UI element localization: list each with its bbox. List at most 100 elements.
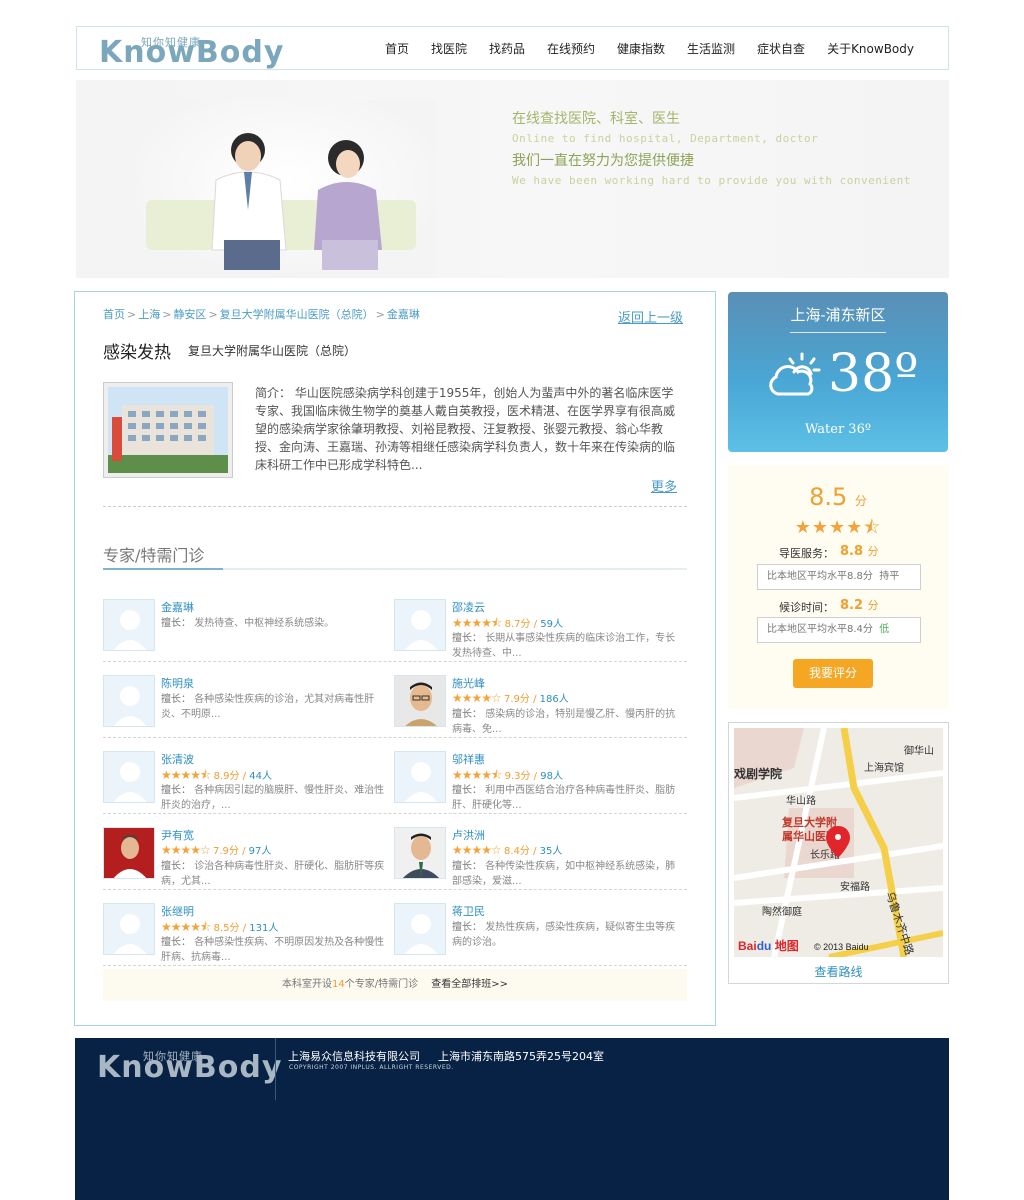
weather-water-temp: Water 36º [805, 422, 871, 437]
service-score-unit: 分 [867, 545, 879, 558]
site-header: KnowBody 知你知健康 首页 找医院 找药品 在线预约 健康指数 生活监测 症状自查 关… [76, 26, 949, 70]
doctor-name[interactable]: 张继明 [161, 903, 194, 919]
doctor-name[interactable]: 金嘉琳 [161, 599, 194, 615]
specialty-text: 各种病因引起的脑膜肝、慢性肝炎、难治性肝炎的治疗，... [161, 785, 385, 811]
doctor-name[interactable]: 陈明泉 [161, 675, 194, 691]
doctor-photo[interactable] [394, 751, 446, 803]
doctor-photo[interactable] [103, 675, 155, 727]
doctor-photo[interactable] [103, 827, 155, 879]
doctor-card[interactable]: 张清波 ★★★★⯪ 8.9分 / 44人 擅长： 各种病因引起的脑膜肝、慢性肝炎、难… [103, 751, 393, 815]
doctor-name[interactable]: 邵凌云 [452, 599, 485, 615]
breadcrumb-item-2[interactable]: 静安区 [173, 308, 206, 321]
specialty-label: 擅长： [452, 861, 482, 872]
view-route-link[interactable]: 查看路线 [729, 963, 948, 980]
rate-button[interactable]: 我要评分 [793, 659, 873, 688]
doctor-specialty: 擅长： 各种感染性疾病的诊治，尤其对病毒性肝炎、不明原... [161, 692, 389, 722]
view-all-schedule-link[interactable]: 查看全部排班>> [431, 979, 508, 990]
banner-line-2: Online to find hospital, Department, doc… [512, 132, 819, 145]
footer-logo: KnowBody 知你知健康 [97, 1046, 281, 1092]
doctor-photo[interactable] [394, 903, 446, 955]
doctor-review-count[interactable]: 98人 [540, 771, 563, 782]
doctor-review-count[interactable]: 186人 [540, 694, 569, 705]
doctor-rating: ★★★★☆ 7.9分 / 97人 [161, 843, 272, 857]
weather-temperature: 38º [828, 344, 919, 404]
nav-item-7[interactable]: 关于KnowBody [827, 40, 914, 57]
map-label-anfu-road: 安福路 [840, 880, 870, 893]
doctor-name[interactable]: 卢洪洲 [452, 827, 485, 843]
specialty-text: 各种感染性疾病的诊治，尤其对病毒性肝炎、不明原... [161, 694, 375, 720]
breadcrumb-separator: > [162, 308, 172, 321]
breadcrumb-item-3[interactable]: 复旦大学附属华山医院（总院） [220, 308, 374, 321]
site-logo[interactable]: KnowBody 知你知健康 [99, 29, 283, 70]
doctor-review-count[interactable]: 44人 [249, 771, 272, 782]
service-score: 8.8 分 [840, 543, 879, 559]
doctor-name[interactable]: 邬祥惠 [452, 751, 485, 767]
doctor-score: 7.9分 [212, 846, 239, 857]
doctor-card[interactable]: 施光峰 ★★★★☆ 7.9分 / 186人 擅长： 感染病的诊治，特别是慢乙肝、慢丙… [394, 675, 684, 739]
row-divider [103, 965, 687, 966]
footer-prefix: 本科室开设 [281, 979, 332, 990]
doctor-score: 8.7分 [504, 619, 531, 630]
specialty-text: 长期从事感染性疾病的临床诊治工作，专长发热待查、中... [452, 633, 676, 659]
service-compare-text: 比本地区平均水平8.8分 [767, 571, 873, 582]
doctor-review-count[interactable]: 35人 [540, 846, 563, 857]
doctor-specialty: 擅长： 各种感染性疾病、不明原因发热及各种慢性肝病、抗病毒... [161, 935, 389, 965]
overall-score-unit: 分 [854, 494, 867, 508]
footer-divider [275, 1038, 276, 1100]
doctor-name[interactable]: 蒋卫民 [452, 903, 485, 919]
map-image[interactable]: 御华山 上海宾馆 戏剧学院 华山路 复旦大学附 属华山医院 长乐路 乌鲁木齐中路… [734, 728, 943, 957]
specialty-label: 擅长： [452, 922, 482, 933]
footer-copyright: COPYRIGHT 2007 INPLUS. ALLRIGHT RESERVED… [289, 1064, 454, 1071]
doctor-photo[interactable] [103, 751, 155, 803]
doctor-name[interactable]: 尹有宽 [161, 827, 194, 843]
doctor-card[interactable]: 卢洪洲 ★★★★☆ 8.4分 / 35人 擅长： 各种传染性疾病，如中枢神经系统感染… [394, 827, 684, 891]
doctor-card[interactable]: 金嘉琳 擅长： 发热待查、中枢神经系统感染。 [103, 599, 393, 663]
doctor-card[interactable]: 陈明泉 擅长： 各种感染性疾病的诊治，尤其对病毒性肝炎、不明原... [103, 675, 393, 739]
doctor-card[interactable]: 尹有宽 ★★★★☆ 7.9分 / 97人 擅长： 诊治各种病毒性肝炎、肝硬化、脂肪肝… [103, 827, 393, 891]
doctor-photo[interactable] [394, 827, 446, 879]
site-footer: KnowBody 知你知健康 上海易众信息科技有限公司 上海市浦东南路575弄25… [75, 1038, 949, 1200]
service-label: 导医服务： [779, 547, 834, 560]
doctor-stars: ★★★★☆ [452, 843, 502, 857]
nav-item-1[interactable]: 找医院 [431, 40, 467, 57]
doctor-card[interactable]: 蒋卫民 擅长： 发热性疾病，感染性疾病，疑似寄生虫等疾病的诊治。 [394, 903, 684, 967]
map-label-huashan-road: 华山路 [786, 794, 816, 807]
nav-item-3[interactable]: 在线预约 [547, 40, 595, 57]
department-description: 简介： 华山医院感染病学科创建于1955年，创始人为蜚声中外的著名临床医学专家、… [255, 386, 676, 472]
specialty-label: 擅长： [161, 618, 191, 629]
doctor-card[interactable]: 张继明 ★★★★⯪ 8.5分 / 131人 擅长： 各种感染性疾病、不明原因发热及各… [103, 903, 393, 967]
doctor-specialty: 擅长： 利用中西医结合治疗各种病毒性肝炎、脂肪肝、肝硬化等... [452, 783, 680, 813]
specialty-label: 擅长： [161, 694, 191, 705]
nav-item-5[interactable]: 生活监测 [687, 40, 735, 57]
doctor-score: 8.4分 [503, 846, 530, 857]
logo-slogan: 知你知健康 [141, 36, 201, 49]
doctor-photo[interactable] [103, 903, 155, 955]
nav-item-0[interactable]: 首页 [385, 40, 409, 57]
nav-item-4[interactable]: 健康指数 [617, 40, 665, 57]
breadcrumb-item-0[interactable]: 首页 [103, 308, 125, 321]
doctor-card[interactable]: 邬祥惠 ★★★★⯪ 9.3分 / 98人 擅长： 利用中西医结合治疗各种病毒性肝炎、… [394, 751, 684, 815]
doctor-name[interactable]: 张清波 [161, 751, 194, 767]
more-link[interactable]: 更多 [651, 476, 677, 495]
breadcrumb-item-1[interactable]: 上海 [138, 308, 160, 321]
doctor-stars: ★★★★☆ [161, 843, 211, 857]
doctor-name[interactable]: 施光峰 [452, 675, 485, 691]
specialty-label: 擅长： [161, 861, 191, 872]
doctor-rating: ★★★★☆ 7.9分 / 186人 [452, 691, 569, 705]
department-panel: 首页 > 上海 > 静安区 > 复旦大学附属华山医院（总院） > 金嘉琳 返回上一级 感染发热 … [74, 291, 716, 1026]
doctor-rating: ★★★★☆ 8.4分 / 35人 [452, 843, 563, 857]
breadcrumb-separator: > [208, 308, 218, 321]
doctor-photo[interactable] [103, 599, 155, 651]
breadcrumb: 首页 > 上海 > 静安区 > 复旦大学附属华山医院（总院） > 金嘉琳 [103, 306, 420, 322]
nav-item-6[interactable]: 症状自查 [757, 40, 805, 57]
doctor-review-count[interactable]: 97人 [249, 846, 272, 857]
wait-score: 8.2 分 [840, 597, 879, 613]
back-link[interactable]: 返回上一级 [618, 307, 683, 326]
doctor-card[interactable]: 邵凌云 ★★★★⯪ 8.7分 / 59人 擅长： 长期从事感染性疾病的临床诊治工作，… [394, 599, 684, 663]
doctor-review-count[interactable]: 131人 [249, 923, 278, 934]
doctor-photo[interactable] [394, 675, 446, 727]
doctor-review-count[interactable]: 59人 [540, 619, 563, 630]
breadcrumb-item-4[interactable]: 金嘉琳 [387, 308, 420, 321]
doctor-photo[interactable] [394, 599, 446, 651]
nav-item-2[interactable]: 找药品 [489, 40, 525, 57]
